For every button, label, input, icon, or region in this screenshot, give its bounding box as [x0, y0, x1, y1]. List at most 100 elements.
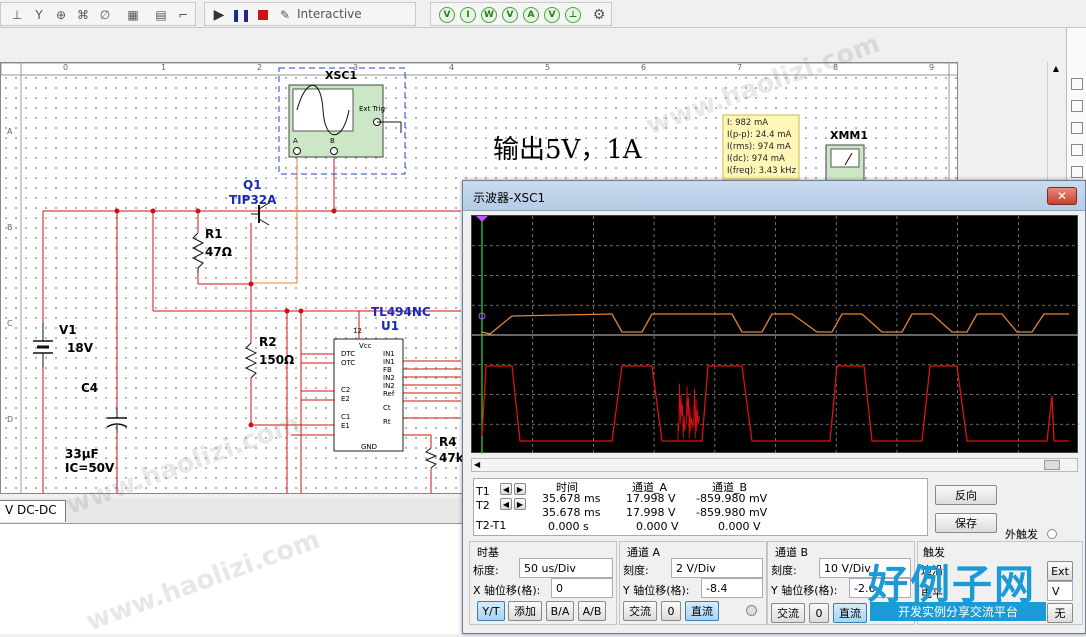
instrument-icon[interactable] — [1071, 100, 1083, 112]
u1-part: TL494NC — [371, 305, 431, 319]
place-ground-icon[interactable]: ⊥ — [9, 7, 25, 23]
pause-icon[interactable]: ❚❚ — [231, 7, 251, 23]
scope-refdes[interactable]: XSC1 — [325, 69, 357, 82]
oscilloscope-titlebar[interactable]: 示波器-XSC1 ✕ — [463, 181, 1085, 211]
u1-pin-label: IN2 — [383, 374, 395, 382]
stop-icon[interactable] — [255, 7, 271, 23]
col-label: 2 — [257, 63, 263, 72]
u1-left-pins: DTC OTC C2 E2 C1 E1 — [341, 350, 355, 431]
t2-left-arrow[interactable]: ◀ — [500, 498, 512, 510]
instrument-icon[interactable] — [1071, 122, 1083, 134]
t1-left-arrow[interactable]: ◀ — [500, 483, 512, 495]
t2-right-arrow[interactable]: ▶ — [514, 498, 526, 510]
oscilloscope-title: 示波器-XSC1 — [473, 191, 546, 205]
channel-a-zero-button[interactable]: 0 — [661, 601, 681, 621]
spreadsheet-icon[interactable]: ▦ — [125, 7, 141, 23]
postprocessor-icon[interactable]: ⌐ — [175, 7, 191, 23]
col-label: 5 — [545, 63, 551, 72]
place-connector-icon[interactable]: ⊕ — [53, 7, 69, 23]
u1-right-pins: IN1 IN1 FB IN2 IN2 Ref Ct Rt — [383, 350, 395, 426]
mode-add-button[interactable]: 添加 — [508, 601, 542, 621]
channel-b-dc-button[interactable]: 直流 — [833, 603, 867, 623]
x-position-field[interactable]: 0 — [551, 578, 613, 598]
waveform-scrollbar[interactable]: ◀ — [471, 458, 1078, 472]
mode-ab-button[interactable]: A/B — [578, 601, 606, 621]
probe-ref-icon[interactable]: A — [523, 7, 539, 23]
probe-power-icon[interactable]: W — [481, 7, 497, 23]
instrument-icon[interactable] — [1071, 144, 1083, 156]
probe-toolbar: V I W V A V ⊥ ⚙ — [430, 2, 612, 26]
ammeter-line: I: 982 mA — [727, 118, 769, 128]
col-label: 1 — [161, 63, 167, 72]
probe-settings-icon[interactable]: ⚙ — [591, 7, 607, 23]
u1-pin-label: E1 — [341, 422, 350, 430]
channel-a-dc-button[interactable]: 直流 — [685, 601, 719, 621]
mode-yt-button[interactable]: Y/T — [477, 601, 505, 621]
probe-digital-icon[interactable]: V — [544, 7, 560, 23]
r4-refdes[interactable]: R4 — [439, 435, 457, 449]
probe-voltage-icon[interactable]: V — [439, 7, 455, 23]
t1-right-arrow[interactable]: ▶ — [514, 483, 526, 495]
channel-a-scale-field[interactable]: 2 V/Div — [671, 558, 763, 578]
reverse-button[interactable]: 反向 — [935, 485, 997, 505]
u1-gnd: GND — [361, 443, 378, 451]
probe-ground-icon[interactable]: ⊥ — [565, 7, 581, 23]
place-hierarchy-icon[interactable]: ⌘ — [75, 7, 91, 23]
mode-ba-button[interactable]: B/A — [546, 601, 574, 621]
probe-current-icon[interactable]: I — [460, 7, 476, 23]
timebase-scale-field[interactable]: 50 us/Div — [519, 558, 613, 578]
tab-dc-dc[interactable]: V DC-DC — [0, 500, 66, 522]
u1-refdes[interactable]: U1 — [381, 319, 399, 333]
multimeter-refdes[interactable]: XMM1 — [830, 129, 868, 142]
run-icon[interactable]: ▶ — [211, 7, 227, 23]
q1-refdes[interactable]: Q1 — [243, 178, 262, 192]
scroll-up-icon[interactable]: ▲ — [1050, 64, 1062, 76]
col-label: 9 — [929, 63, 935, 72]
close-button[interactable]: ✕ — [1047, 187, 1077, 205]
ext-trigger-terminal-icon[interactable] — [1047, 529, 1057, 539]
channel-b-ac-button[interactable]: 交流 — [771, 603, 805, 623]
scroll-left-icon[interactable]: ◀ — [474, 460, 480, 469]
channel-a-ac-button[interactable]: 交流 — [623, 601, 657, 621]
r1-value: 47Ω — [205, 245, 232, 259]
place-bus-icon[interactable]: Y — [31, 7, 47, 23]
r2-refdes[interactable]: R2 — [259, 335, 277, 349]
x-position-label: X 轴位移(格): — [473, 584, 541, 597]
u1-pin-label: IN1 — [383, 358, 395, 366]
row-label: D — [7, 415, 14, 424]
circuit-title-text[interactable]: 输出5V，1A — [493, 129, 642, 166]
channel-a-ypos-field[interactable]: -8.4 — [701, 578, 763, 598]
interactive-icon[interactable]: ✎ — [277, 7, 293, 23]
grapher-icon[interactable]: ▤ — [153, 7, 169, 23]
v1-refdes[interactable]: V1 — [59, 323, 77, 337]
instrument-icon[interactable] — [1071, 166, 1083, 178]
u1-pin-label: IN1 — [383, 350, 395, 358]
u1-pin-label: C1 — [341, 413, 351, 421]
watermark-logo: 好例子网 开发实例分享交流平台 — [868, 552, 1058, 622]
channel-a-terminal-icon[interactable] — [746, 605, 757, 616]
v1-value: 18V — [67, 341, 93, 355]
u1-pin-label: OTC — [341, 359, 356, 367]
place-text-icon[interactable]: ∅ — [97, 7, 113, 23]
channel-b-zero-button[interactable]: 0 — [809, 603, 829, 623]
c4-value: 33µF — [65, 447, 99, 461]
u1-vcc: Vcc — [359, 342, 372, 350]
save-button[interactable]: 保存 — [935, 513, 997, 533]
ammeter-tooltip: I: 982 mA I(p-p): 24.4 mA I(rms): 974 mA… — [727, 117, 796, 177]
simulation-toolbar: ▶ ❚❚ ✎ Interactive — [204, 2, 416, 26]
r1-refdes[interactable]: R1 — [205, 227, 223, 241]
t2-t1-label: T2-T1 — [476, 519, 507, 532]
scroll-thumb[interactable] — [1044, 460, 1060, 470]
readout-cell: 0.000 V — [636, 520, 679, 533]
probe-diff-icon[interactable]: V — [502, 7, 518, 23]
timebase-scale-label: 标度: — [473, 564, 499, 577]
c4-refdes[interactable]: C4 — [81, 381, 98, 395]
readout-cell: 35.678 ms — [542, 506, 601, 519]
u1-pin-label: C2 — [341, 386, 351, 394]
instrument-icon[interactable] — [1071, 78, 1083, 90]
ammeter-line: I(dc): 974 mA — [727, 154, 785, 164]
scope-b-label: B — [330, 137, 335, 145]
interactive-label[interactable]: Interactive — [297, 7, 362, 21]
timebase-title: 时基 — [477, 546, 499, 559]
oscilloscope-screen[interactable] — [471, 215, 1079, 454]
